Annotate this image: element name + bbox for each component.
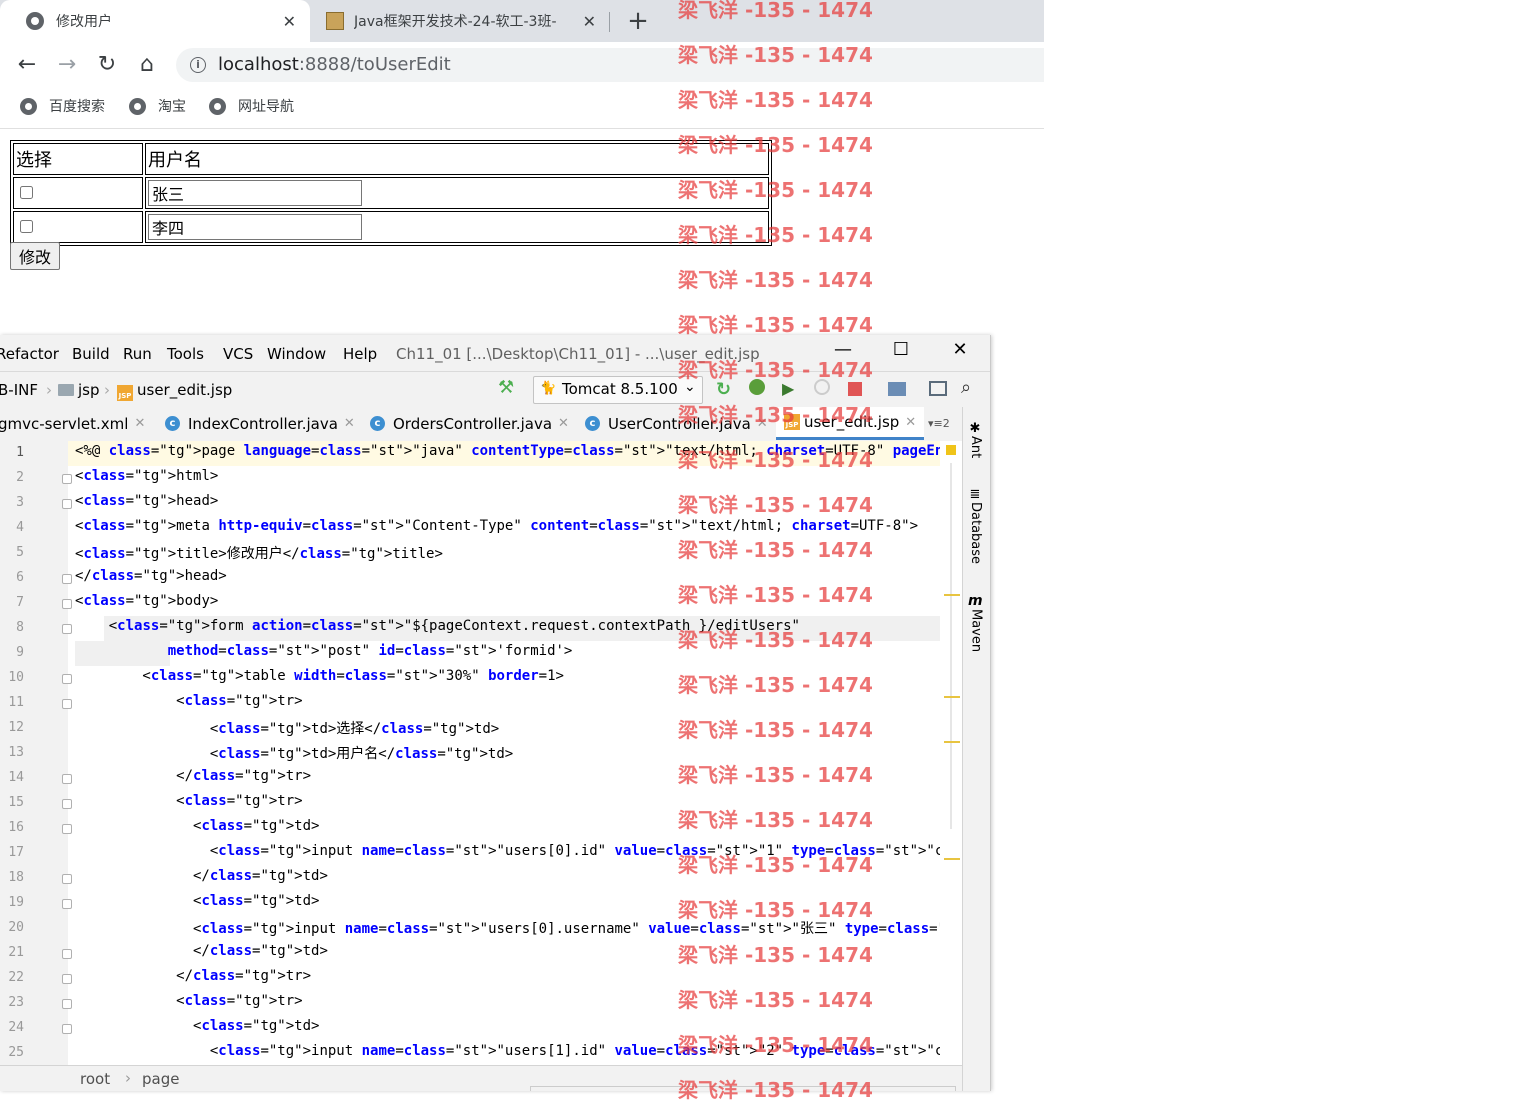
watermark-text: 梁飞洋 -135 - 1474 [678, 853, 873, 877]
watermark-text: 梁飞洋 -135 - 1474 [678, 538, 873, 562]
watermark-text: 梁飞洋 -135 - 1474 [678, 133, 873, 157]
watermark-text: 梁飞洋 -135 - 1474 [678, 673, 873, 697]
watermark-text: 梁飞洋 -135 - 1474 [678, 943, 873, 967]
watermark-text: 梁飞洋 -135 - 1474 [678, 898, 873, 922]
watermark-text: 梁飞洋 -135 - 1474 [678, 448, 873, 472]
watermark-text: 梁飞洋 -135 - 1474 [678, 88, 873, 112]
watermark-text: 梁飞洋 -135 - 1474 [678, 403, 873, 427]
watermark-text: 梁飞洋 -135 - 1474 [678, 988, 873, 1012]
watermark-text: 梁飞洋 -135 - 1474 [678, 628, 873, 652]
watermark-text: 梁飞洋 -135 - 1474 [678, 583, 873, 607]
watermark-text: 梁飞洋 -135 - 1474 [678, 268, 873, 292]
watermark-text: 梁飞洋 -135 - 1474 [678, 223, 873, 247]
watermark-text: 梁飞洋 -135 - 1474 [678, 178, 873, 202]
watermark-text: 梁飞洋 -135 - 1474 [678, 493, 873, 517]
watermark-text: 梁飞洋 -135 - 1474 [678, 808, 873, 832]
watermark-layer: 梁飞洋 -135 - 1474 梁飞洋 -135 - 1474 梁飞洋 -135 -… [0, 0, 1536, 1102]
watermark-text: 梁飞洋 -135 - 1474 [678, 718, 873, 742]
watermark-text: 梁飞洋 -135 - 1474 [678, 313, 873, 337]
watermark-text: 梁飞洋 -135 - 1474 [678, 1078, 873, 1102]
watermark-text: 梁飞洋 -135 - 1474 [678, 1033, 873, 1057]
watermark-text: 梁飞洋 -135 - 1474 [678, 43, 873, 67]
watermark-text: 梁飞洋 -135 - 1474 [678, 763, 873, 787]
watermark-text: 梁飞洋 -135 - 1474 [678, 358, 873, 382]
watermark-text: 梁飞洋 -135 - 1474 [678, 0, 873, 22]
